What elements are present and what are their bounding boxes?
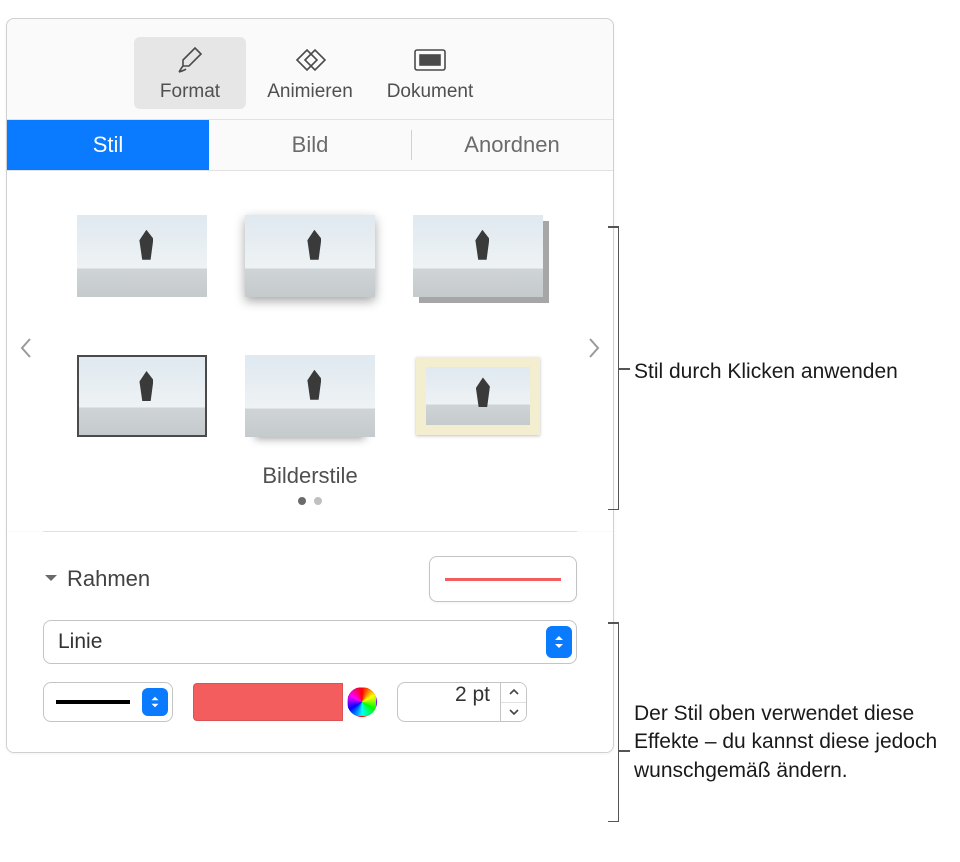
border-controls-row: 2 pt (43, 682, 577, 722)
border-type-select[interactable]: Linie (43, 620, 577, 664)
border-title: Rahmen (67, 566, 150, 592)
styles-dot-2[interactable] (314, 497, 322, 505)
border-section-header[interactable]: Rahmen (43, 566, 150, 592)
format-inspector-panel: Format Animieren Dokument Stil Bild (6, 18, 614, 753)
tab-document-label: Dokument (387, 81, 474, 103)
styles-page-dots (27, 489, 593, 521)
sub-tab-style[interactable]: Stil (7, 120, 209, 170)
tab-animate[interactable]: Animieren (254, 37, 366, 109)
callout-apply-style: Stil durch Klicken anwenden (634, 358, 934, 386)
styles-next-button[interactable] (577, 327, 611, 375)
popup-indicator-icon (142, 688, 168, 716)
border-width-step-down[interactable] (501, 703, 526, 722)
styles-grid (27, 201, 593, 451)
border-preview-line (445, 578, 561, 581)
border-color-swatch[interactable] (193, 683, 343, 721)
callout-bracket-2 (618, 622, 619, 822)
style-thumb-6[interactable] (405, 349, 551, 443)
styles-prev-button[interactable] (9, 327, 43, 375)
tab-format-label: Format (160, 81, 220, 103)
tab-format[interactable]: Format (134, 37, 246, 109)
sub-tab-image[interactable]: Bild (209, 120, 411, 170)
style-thumb-4[interactable] (69, 349, 215, 443)
tab-animate-label: Animieren (267, 81, 353, 103)
brush-icon (175, 45, 205, 75)
style-thumb-3[interactable] (405, 209, 551, 303)
callout-bracket-1 (618, 226, 619, 510)
border-width-input[interactable]: 2 pt (397, 682, 501, 722)
border-color-control (193, 683, 377, 721)
document-icon (413, 45, 447, 75)
line-style-sample (56, 700, 130, 704)
border-preview-button[interactable] (429, 556, 577, 602)
style-thumb-1[interactable] (69, 209, 215, 303)
color-wheel-button[interactable] (347, 687, 377, 717)
border-width-step-up[interactable] (501, 683, 526, 703)
callout-effects: Der Stil oben verwendet diese Effekte – … (634, 700, 954, 785)
inspector-tab-bar: Format Animieren Dokument (7, 19, 613, 119)
border-section: Rahmen Linie (7, 532, 613, 752)
sub-tab-bar: Stil Bild Anordnen (7, 119, 613, 171)
popup-indicator-icon (546, 626, 572, 658)
tab-document[interactable]: Dokument (374, 37, 486, 109)
styles-label: Bilderstile (27, 451, 593, 489)
border-type-value: Linie (58, 630, 102, 654)
style-thumb-2[interactable] (237, 209, 383, 303)
image-styles-area: Bilderstile (7, 171, 613, 531)
animate-icon (293, 45, 327, 75)
sub-tab-arrange[interactable]: Anordnen (411, 120, 613, 170)
styles-dot-1[interactable] (298, 497, 306, 505)
style-thumb-5[interactable] (237, 349, 383, 443)
border-width-field: 2 pt (397, 682, 527, 722)
chevron-down-icon (43, 571, 59, 587)
line-style-select[interactable] (43, 682, 173, 722)
